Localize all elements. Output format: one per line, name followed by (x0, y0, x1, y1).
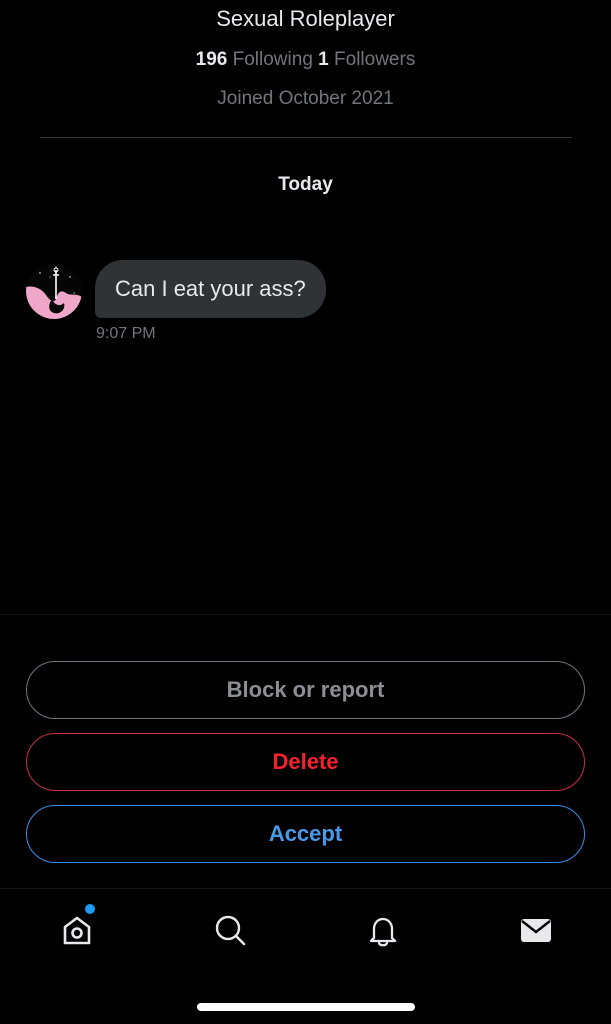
sender-avatar[interactable] (26, 263, 82, 319)
followers-label: Followers (334, 49, 416, 70)
nav-divider (0, 888, 611, 889)
bell-icon (369, 917, 397, 947)
followers-count: 1 (318, 49, 329, 70)
actions-divider (0, 614, 611, 615)
avatar-image (26, 263, 82, 319)
message-timestamp: 9:07 PM (96, 325, 156, 342)
nav-search[interactable] (208, 908, 252, 952)
home-notification-dot (85, 904, 95, 914)
nav-messages[interactable] (514, 908, 558, 952)
following-link[interactable]: 196 Following (196, 49, 313, 70)
date-separator: Today (278, 174, 333, 195)
message-bubble[interactable]: Can I eat your ass? (95, 260, 326, 318)
profile-stats: 196 Following 1 Followers (0, 49, 611, 71)
search-icon (215, 915, 246, 946)
following-count: 196 (195, 49, 228, 70)
dm-request-screen: Sexual Roleplayer 196 Following 1 Follow… (0, 0, 611, 1024)
header-divider (40, 137, 572, 138)
block-or-report-button[interactable]: Block or report (26, 661, 585, 719)
accept-button[interactable]: Accept (26, 805, 585, 863)
following-label: Following (232, 49, 313, 70)
nav-home[interactable] (55, 908, 99, 952)
nav-notifications[interactable] (361, 908, 405, 952)
mail-icon (521, 919, 551, 942)
joined-date: Joined October 2021 (217, 88, 394, 109)
home-icon (63, 916, 91, 945)
delete-button[interactable]: Delete (26, 733, 585, 791)
home-indicator[interactable] (197, 1003, 415, 1011)
followers-link[interactable]: 1 Followers (318, 49, 415, 70)
profile-name[interactable]: Sexual Roleplayer (0, 6, 611, 32)
